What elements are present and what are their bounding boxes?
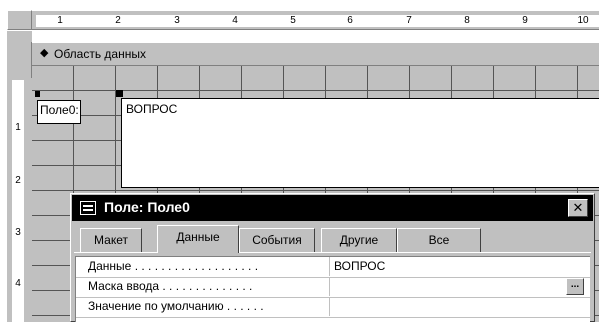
section-marker-icon: ◆: [40, 47, 49, 59]
ruler-tick: 10: [577, 15, 589, 26]
tab-strip-divider: [74, 252, 591, 253]
tab-events[interactable]: События: [239, 228, 315, 252]
ruler-tick: 5: [290, 15, 296, 26]
property-name: Значение по умолчанию . . . . . .: [88, 299, 264, 313]
text-box-control[interactable]: ВОПРОС: [121, 98, 599, 188]
close-button[interactable]: ✕: [568, 199, 588, 217]
property-name: Данные . . . . . . . . . . . . . . . . .…: [88, 259, 259, 273]
property-row-data[interactable]: Данные . . . . . . . . . . . . . . . . .…: [76, 257, 591, 278]
property-row-default-value[interactable]: Значение по умолчанию . . . . . .: [76, 297, 591, 318]
property-sheet-title: Поле: Поле0: [104, 199, 190, 215]
property-value[interactable]: ВОПРОС: [329, 257, 559, 276]
detail-section-header[interactable]: ◆ Область данных: [32, 42, 599, 66]
ruler-tick: 7: [406, 15, 412, 26]
property-list: Данные . . . . . . . . . . . . . . . . .…: [75, 256, 591, 322]
property-sheet-icon: [80, 201, 96, 215]
ruler-tick: 2: [115, 15, 121, 26]
ruler-tick: 8: [464, 15, 470, 26]
textbox-move-handle[interactable]: [116, 90, 123, 97]
ruler-corner: [7, 10, 32, 30]
builder-button[interactable]: ...: [566, 278, 584, 295]
ruler-tick: 4: [15, 278, 21, 289]
tab-data[interactable]: Данные: [157, 225, 239, 253]
ruler-tick: 1: [57, 15, 63, 26]
ruler-tick: 2: [15, 175, 21, 186]
tab-other[interactable]: Другие: [321, 228, 397, 252]
section-selector[interactable]: [7, 30, 32, 42]
horizontal-ruler: 1 2 3 4 5 6 7 8 9 10: [32, 10, 599, 30]
property-value[interactable]: [329, 297, 559, 316]
property-value[interactable]: [329, 277, 559, 296]
field-label-control[interactable]: Поле0:: [37, 100, 81, 124]
ruler-tick: 3: [15, 227, 21, 238]
ruler-tick: 6: [347, 15, 353, 26]
ruler-tick: 4: [232, 15, 238, 26]
label-move-handle[interactable]: [35, 91, 40, 97]
ruler-tick: 9: [522, 15, 528, 26]
vertical-ruler: 1 2 3 4: [7, 78, 32, 322]
property-sheet-titlebar[interactable]: Поле: Поле0: [72, 195, 593, 221]
ruler-tick: 3: [174, 15, 180, 26]
section-title: Область данных: [54, 47, 146, 61]
tab-all[interactable]: Все: [397, 228, 481, 252]
property-row-input-mask[interactable]: Маска ввода . . . . . . . . . . . . . . …: [76, 277, 591, 298]
property-name: Маска ввода . . . . . . . . . . . . . .: [88, 279, 253, 293]
tab-layout[interactable]: Макет: [80, 228, 142, 252]
ruler-tick: 1: [15, 122, 21, 133]
